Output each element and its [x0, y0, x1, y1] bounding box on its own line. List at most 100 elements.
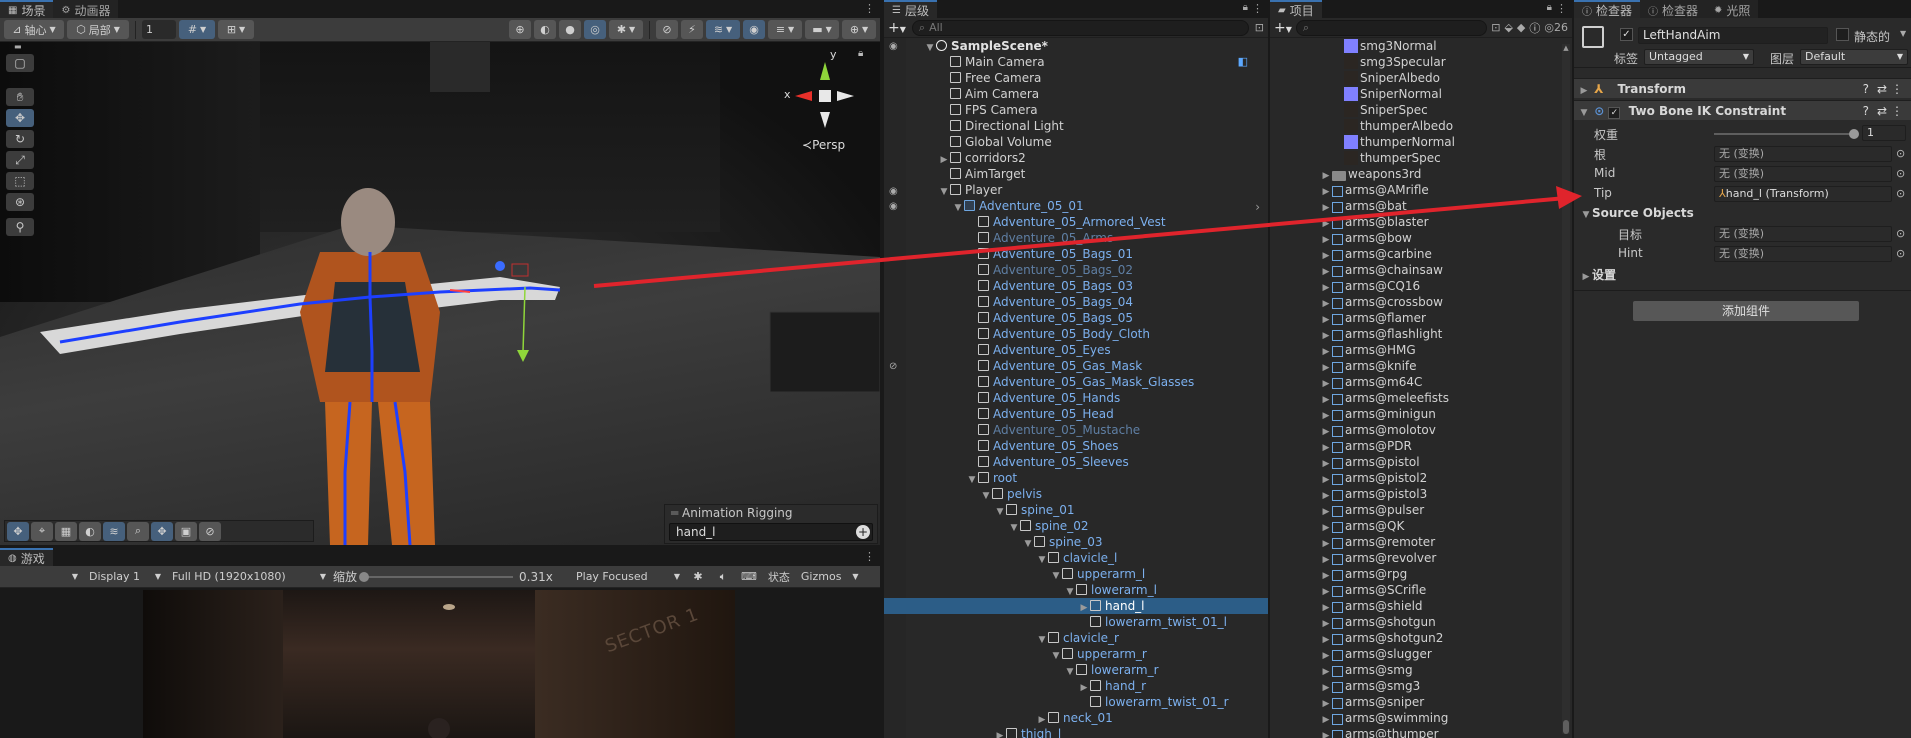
hierarchy-row[interactable]: ▼ clavicle_r	[884, 630, 1268, 646]
hierarchy-row[interactable]: Adventure_05_Eyes	[884, 342, 1268, 358]
shaded-button[interactable]: ◐	[534, 20, 556, 39]
hierarchy-row[interactable]: Adventure_05_Sleeves	[884, 454, 1268, 470]
hierarchy-row[interactable]: Adventure_05_Bags_04	[884, 294, 1268, 310]
hierarchy-row[interactable]: Adventure_05_Arms	[884, 230, 1268, 246]
component-menu-icon[interactable]: ⋮	[1891, 79, 1903, 99]
component-menu-icon[interactable]: ⋮	[1891, 101, 1903, 121]
hierarchy-lock-icon[interactable]: 🔒︎	[1243, 2, 1248, 13]
source-objects-foldout[interactable]: ▼ Source Objects	[1580, 206, 1694, 220]
project-row[interactable]: ▶ arms@AMrifle	[1270, 182, 1560, 198]
project-row[interactable]: smg3Normal	[1270, 38, 1560, 54]
lock-icon[interactable]: 🔒︎	[858, 48, 863, 59]
hierarchy-row[interactable]: Adventure_05_Armored_Vest	[884, 214, 1268, 230]
project-scrollbar-thumb[interactable]	[1563, 720, 1569, 734]
rect-tool[interactable]: ⬚	[6, 172, 34, 190]
project-row[interactable]: ▶ arms@QK	[1270, 518, 1560, 534]
overlay-search-button[interactable]: ⌕	[127, 521, 149, 541]
rotate-tool[interactable]: ↻	[6, 130, 34, 148]
scale-slider[interactable]	[359, 571, 514, 582]
preset-icon[interactable]: ⇄	[1877, 79, 1887, 99]
hierarchy-row[interactable]: ▼ spine_03	[884, 534, 1268, 550]
tab-game[interactable]: ◍ 游戏	[0, 548, 53, 566]
hierarchy-row[interactable]: ▶ hand_r	[884, 678, 1268, 694]
hierarchy-row[interactable]: FPS Camera	[884, 102, 1268, 118]
weight-slider-thumb[interactable]	[1849, 129, 1859, 139]
layer-dropdown[interactable]: Default ▼	[1800, 49, 1908, 65]
hierarchy-row[interactable]: ▼ Player	[884, 182, 1268, 198]
hierarchy-row[interactable]: ▶ neck_01	[884, 710, 1268, 726]
hierarchy-row[interactable]: ▼ root	[884, 470, 1268, 486]
help-icon[interactable]: ?	[1863, 101, 1869, 121]
keyboard-toggle[interactable]: ⌨	[737, 567, 761, 586]
bug-toggle[interactable]: ✱	[687, 567, 709, 586]
hierarchy-row[interactable]: Adventure_05_Gas_Mask_Glasses	[884, 374, 1268, 390]
hierarchy-row[interactable]: ▼ SampleScene*	[884, 38, 1268, 54]
project-row[interactable]: ▶ arms@SCrifle	[1270, 582, 1560, 598]
object-picker-icon[interactable]: ⊙	[1896, 227, 1905, 240]
grid-count-input[interactable]: 1	[142, 20, 176, 39]
project-row[interactable]: SniperSpec	[1270, 102, 1560, 118]
project-row[interactable]: ▶ arms@rpg	[1270, 566, 1560, 582]
project-row[interactable]: SniperNormal	[1270, 86, 1560, 102]
hierarchy-row[interactable]: Adventure_05_Body_Cloth	[884, 326, 1268, 342]
hierarchy-row[interactable]: Adventure_05_Bags_03	[884, 278, 1268, 294]
gizmo-y-arrow[interactable]	[517, 350, 529, 362]
static-dropdown-icon[interactable]: ▼	[1900, 29, 1906, 38]
chevron-right-icon[interactable]: ▶	[1320, 728, 1332, 738]
hierarchy-row[interactable]: ▼ pelvis	[884, 486, 1268, 502]
filter-icon[interactable]: ⊡	[1255, 21, 1264, 34]
project-row[interactable]: ▶ arms@minigun	[1270, 406, 1560, 422]
project-row[interactable]: ▶ arms@flashlight	[1270, 326, 1560, 342]
transform-header[interactable]: ▶ ⅄ Transform ? ⇄ ⋮	[1574, 78, 1911, 98]
project-row[interactable]: ▶ arms@slugger	[1270, 646, 1560, 662]
mid-object-field[interactable]: 无 (变换)	[1714, 166, 1892, 182]
project-row[interactable]: ▶ arms@CQ16	[1270, 278, 1560, 294]
project-menu-icon[interactable]: ⋮	[1556, 2, 1567, 15]
hierarchy-row[interactable]: Directional Light	[884, 118, 1268, 134]
project-lock-icon[interactable]: 🔒︎	[1547, 2, 1552, 13]
project-row[interactable]: ▶ weapons3rd	[1270, 166, 1560, 182]
hierarchy-row[interactable]: Adventure_05_Bags_02	[884, 262, 1268, 278]
project-row[interactable]: SniperAlbedo	[1270, 70, 1560, 86]
project-row[interactable]: ▶ arms@bow	[1270, 230, 1560, 246]
project-row[interactable]: ▶ arms@shield	[1270, 598, 1560, 614]
static-checkbox[interactable]	[1836, 28, 1849, 41]
help-icon[interactable]: ?	[1863, 79, 1869, 99]
snap-toggle[interactable]: ⊞ ▼	[218, 20, 254, 39]
hierarchy-row[interactable]: Adventure_05_Head	[884, 406, 1268, 422]
pivot-dropdown[interactable]: ⊿ 轴心 ▼	[4, 20, 64, 39]
weight-slider[interactable]	[1714, 129, 1859, 139]
move-tool[interactable]: ✥	[6, 109, 34, 127]
hierarchy-row[interactable]: Adventure_05_Bags_05	[884, 310, 1268, 326]
resolution-dropdown[interactable]: Full HD (1920x1080) ▼	[168, 567, 330, 586]
hand-tool[interactable]: ✋︎	[6, 88, 34, 106]
hierarchy-menu-icon[interactable]: ⋮	[1252, 2, 1263, 15]
game-view-dropdown[interactable]: ▼	[4, 567, 82, 586]
scale-tool[interactable]: ⤢	[6, 151, 34, 169]
transform-tool[interactable]: ⊛	[6, 193, 34, 211]
hierarchy-row[interactable]: Adventure_05_Mustache	[884, 422, 1268, 438]
chevron-right-icon[interactable]: ▶	[994, 728, 1006, 738]
tip-object-field[interactable]: ⅄hand_l (Transform)	[1714, 186, 1892, 202]
hierarchy-row[interactable]: ▼ lowerarm_l	[884, 582, 1268, 598]
project-row[interactable]: ▶ arms@m64C	[1270, 374, 1560, 390]
active-checkbox[interactable]: ✓	[1620, 28, 1633, 41]
scene-viewport[interactable]: y x ≺Persp 🔒︎ ▬ ▢ ✋︎ ✥ ↻ ⤢ ⬚ ⊛ ⚲ ✥ ⌖ ▦ ◐…	[0, 42, 880, 545]
layers-dropdown[interactable]: ≋ ▼	[706, 20, 740, 39]
hierarchy-row[interactable]: Main Camera	[884, 54, 1268, 70]
grid-toggle[interactable]: # ▼	[179, 20, 215, 39]
info-icon[interactable]: ⓘ	[1529, 20, 1540, 36]
create-button[interactable]: +▼	[888, 20, 906, 36]
project-row[interactable]: ▶ arms@pistol2	[1270, 470, 1560, 486]
scroll-up-icon[interactable]: ▲	[1562, 44, 1570, 52]
project-row[interactable]: ▶ arms@meleefists	[1270, 390, 1560, 406]
project-row[interactable]: ▶ arms@smg3	[1270, 678, 1560, 694]
object-picker-icon[interactable]: ⊙	[1896, 167, 1905, 180]
hint-object-field[interactable]: 无 (变换)	[1714, 246, 1892, 262]
hierarchy-row[interactable]: ▼ upperarm_l	[884, 566, 1268, 582]
object-picker-icon[interactable]: ⊙	[1896, 187, 1905, 200]
overlay-layers-button[interactable]: ≋	[103, 521, 125, 541]
tag-icon[interactable]: ◆	[1517, 21, 1525, 34]
overlay-shading-button[interactable]: ◐	[79, 521, 101, 541]
gizmos-toggle[interactable]: Gizmos	[796, 567, 846, 586]
